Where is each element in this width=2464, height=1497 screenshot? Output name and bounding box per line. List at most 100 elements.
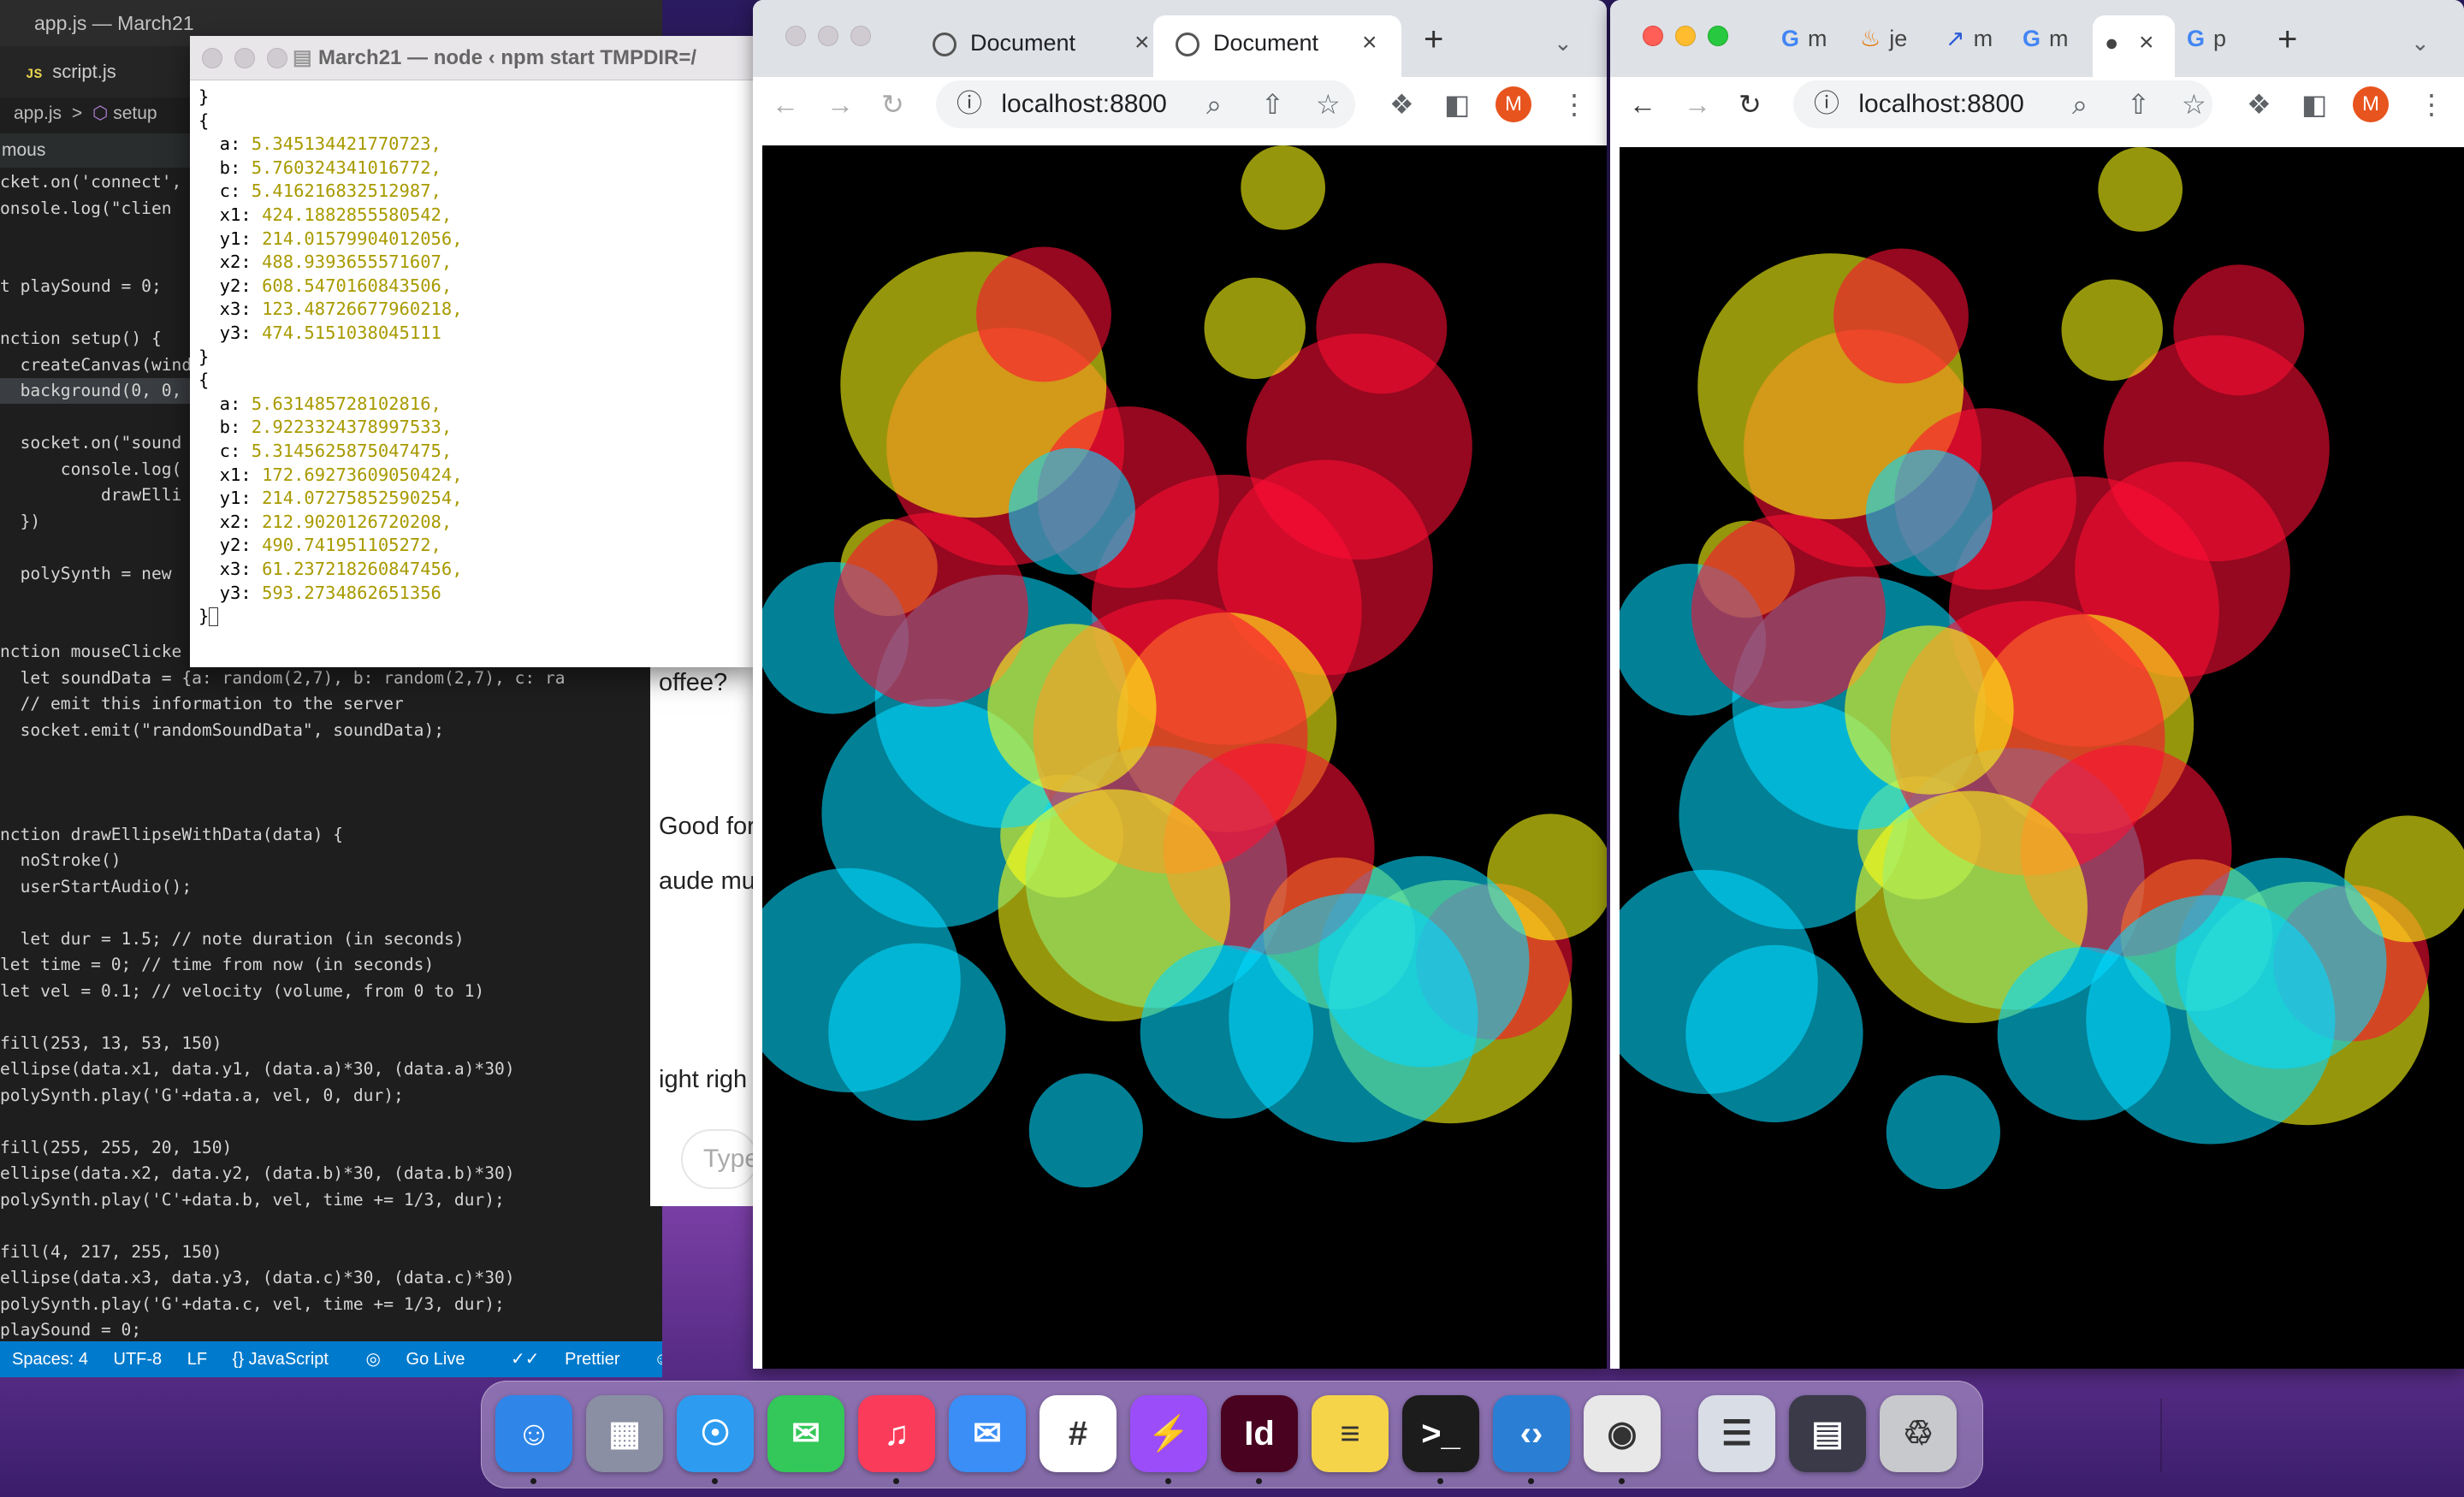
chat-input[interactable]: Type xyxy=(681,1129,759,1189)
terminal-output[interactable]: }{ a: 5.345134421770723, b: 5.7603243410… xyxy=(190,80,756,667)
running-indicator xyxy=(1437,1478,1443,1484)
sound-ellipse xyxy=(1241,145,1325,230)
profile-avatar[interactable]: M xyxy=(2353,86,2389,122)
status-indentation[interactable]: Spaces: 4 xyxy=(12,1350,88,1369)
address-bar[interactable]: ⓘ localhost:8800 xyxy=(936,80,1355,128)
messenger-icon[interactable]: ⚡ xyxy=(1130,1395,1207,1472)
close-window-button[interactable] xyxy=(202,48,222,68)
terminal-value: 488.9393655571607, xyxy=(262,251,453,273)
terminal-key: x2: xyxy=(198,511,263,532)
terminal-title-bar: ▤ March21 — node ‹ npm start TMPDIR=/ xyxy=(190,36,756,80)
mail-icon[interactable]: ✉ xyxy=(949,1395,1026,1472)
status-encoding[interactable]: UTF-8 xyxy=(114,1350,163,1369)
zoom-window-button[interactable] xyxy=(850,26,871,46)
sound-ellipse xyxy=(1028,1073,1143,1188)
feedback-icon[interactable]: ☺ xyxy=(654,1350,662,1369)
share-icon[interactable]: ⇧ xyxy=(1261,87,1284,121)
reload-icon[interactable]: ↻ xyxy=(1738,87,1762,121)
zoom-icon[interactable]: ⌕ xyxy=(1206,87,1222,121)
p5-canvas[interactable] xyxy=(1620,147,2464,1369)
info-icon[interactable]: ⓘ xyxy=(1814,90,1839,118)
recent-music-doc-icon[interactable]: ☰ xyxy=(1698,1395,1775,1472)
breadcrumb-separator: > xyxy=(71,104,83,123)
extensions-puzzle-icon[interactable]: ❖ xyxy=(1389,87,1414,121)
forward-arrow-icon[interactable]: → xyxy=(826,87,854,121)
kebab-menu-icon[interactable]: ⋮ xyxy=(1561,87,1588,121)
browser-tab[interactable]: Gm xyxy=(2023,26,2069,52)
status-bar: Spaces: 4 UTF-8 LF {} JavaScript ◎ Go Li… xyxy=(0,1341,662,1377)
kebab-menu-icon[interactable]: ⋮ xyxy=(2418,87,2445,121)
chat-message: Good for xyxy=(659,813,755,840)
info-icon[interactable]: ⓘ xyxy=(957,90,982,118)
close-tab-icon[interactable]: × xyxy=(2139,15,2154,70)
breadcrumb-file[interactable]: app.js xyxy=(14,104,62,123)
editor-tab-script-js[interactable]: JS script.js xyxy=(26,46,116,98)
reload-icon[interactable]: ↻ xyxy=(881,87,904,121)
terminal-value: 5.3145625875047475, xyxy=(251,441,453,461)
browser-tab-active[interactable]: ● × xyxy=(2093,15,2175,86)
browser-tab[interactable]: ↗ m xyxy=(1946,26,1993,52)
zoom-window-button[interactable] xyxy=(267,48,287,68)
browser-tab-document[interactable]: Document × xyxy=(924,15,1164,86)
code-line: fill(253, 13, 53, 150) xyxy=(0,1033,222,1053)
zoom-window-button[interactable] xyxy=(1708,26,1728,46)
music-icon[interactable]: ♫ xyxy=(858,1395,935,1472)
messages-icon[interactable]: ✉ xyxy=(767,1395,844,1472)
recent-indesign-doc-icon[interactable]: ▤ xyxy=(1789,1395,1866,1472)
bookmark-star-icon[interactable]: ☆ xyxy=(1316,87,1341,121)
bookmark-star-icon[interactable]: ☆ xyxy=(2182,87,2206,121)
terminal-key: y3: xyxy=(198,582,263,603)
close-window-button[interactable] xyxy=(1643,26,1663,46)
safari-icon[interactable]: ☉ xyxy=(677,1395,754,1472)
status-eol[interactable]: LF xyxy=(187,1350,207,1369)
close-tab-icon[interactable]: × xyxy=(1362,15,1377,70)
link-icon: ↗ xyxy=(1946,26,1965,51)
launchpad-icon[interactable]: ▦ xyxy=(586,1395,663,1472)
browser-tab[interactable]: Gm xyxy=(1781,26,1827,52)
side-panel-icon[interactable]: ◧ xyxy=(2301,87,2327,121)
chrome-icon[interactable]: ◉ xyxy=(1584,1395,1661,1472)
trash-icon[interactable]: ♲ xyxy=(1880,1395,1957,1472)
terminal-line: x2: 488.9393655571607, xyxy=(198,251,453,275)
code-line: // emit this information to the server xyxy=(0,694,404,713)
browser-tab[interactable]: ♨ je xyxy=(1860,26,1907,52)
profile-avatar[interactable]: M xyxy=(1496,86,1531,122)
minimize-window-button[interactable] xyxy=(234,48,255,68)
side-panel-icon[interactable]: ◧ xyxy=(1444,87,1470,121)
chevron-down-icon[interactable]: ⌄ xyxy=(1554,26,1573,60)
forward-arrow-icon[interactable]: → xyxy=(1684,87,1711,121)
finder-icon[interactable]: ☺ xyxy=(495,1395,572,1472)
browser-tab-document-active[interactable]: Document × xyxy=(1153,15,1401,86)
browser-tab[interactable]: Gp xyxy=(2187,26,2226,52)
minimize-window-button[interactable] xyxy=(1675,26,1696,46)
indesign-icon[interactable]: Id xyxy=(1221,1395,1298,1472)
share-icon[interactable]: ⇧ xyxy=(2127,87,2150,121)
slack-icon[interactable]: # xyxy=(1040,1395,1116,1472)
back-arrow-icon[interactable]: ← xyxy=(1629,87,1656,121)
zoom-icon[interactable]: ⌕ xyxy=(2072,87,2088,121)
tab-title: Document xyxy=(970,30,1076,56)
sound-ellipse xyxy=(1229,893,1478,1143)
status-go-live[interactable]: ◎ Go Live xyxy=(354,1350,474,1369)
close-tab-icon[interactable]: × xyxy=(1134,15,1150,70)
terminal-key: } xyxy=(198,606,210,627)
minimize-window-button[interactable] xyxy=(818,26,838,46)
extensions-puzzle-icon[interactable]: ❖ xyxy=(2247,87,2272,121)
dock-separator xyxy=(2160,1399,2162,1472)
close-window-button[interactable] xyxy=(785,26,806,46)
vscode-icon[interactable]: ‹› xyxy=(1493,1395,1570,1472)
new-tab-button[interactable]: + xyxy=(2277,22,2297,56)
terminal-icon[interactable]: >_ xyxy=(1402,1395,1479,1472)
chevron-down-icon[interactable]: ⌄ xyxy=(2411,26,2430,60)
sound-ellipse xyxy=(1886,1074,2000,1190)
p5-canvas[interactable] xyxy=(762,145,1607,1369)
status-language[interactable]: {} JavaScript xyxy=(233,1350,329,1369)
code-line: ellipse(data.x3, data.y3, (data.c)*30, (… xyxy=(0,1268,515,1287)
notes-icon[interactable]: ≡ xyxy=(1312,1395,1389,1472)
code-line: socket.on("sound xyxy=(0,433,182,453)
new-tab-button[interactable]: + xyxy=(1424,22,1443,56)
terminal-key: } xyxy=(198,86,210,107)
breadcrumb-symbol[interactable]: setup xyxy=(113,104,157,123)
status-prettier[interactable]: ✓✓ Prettier xyxy=(499,1350,629,1369)
back-arrow-icon[interactable]: ← xyxy=(772,87,799,121)
